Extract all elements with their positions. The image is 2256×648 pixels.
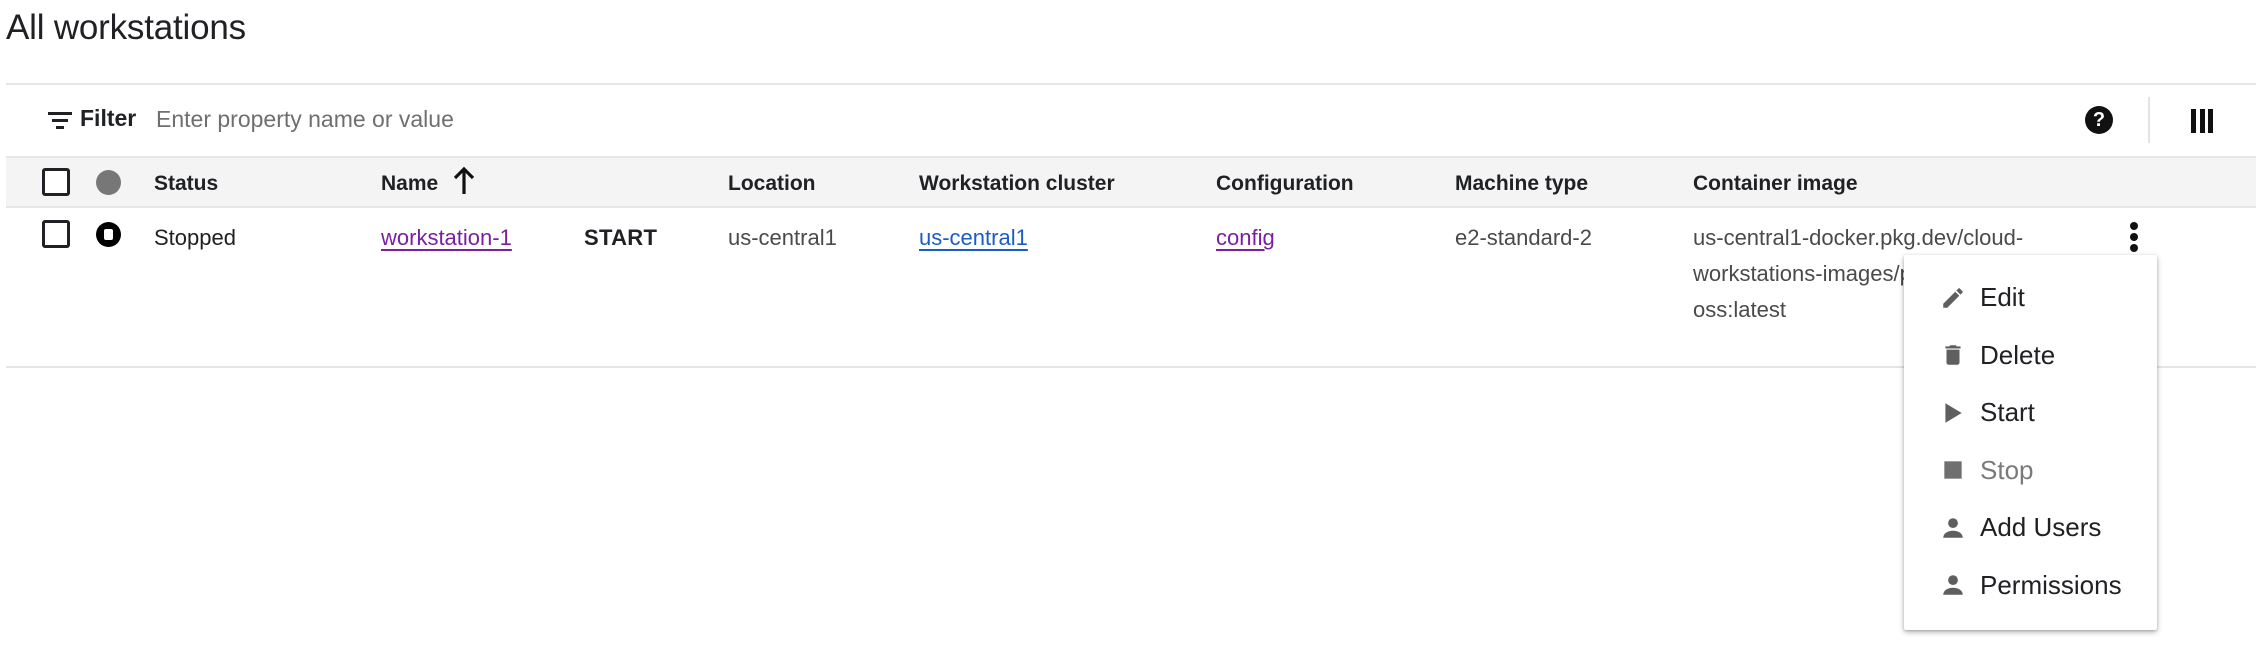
filter-icon[interactable] (46, 110, 74, 132)
menu-label: Start (1980, 397, 2035, 428)
column-header-cluster[interactable]: Workstation cluster (919, 172, 1115, 196)
person-icon (1940, 572, 1966, 598)
filter-label[interactable]: Filter (80, 105, 136, 132)
menu-label: Edit (1980, 282, 2025, 313)
column-header-machine-type[interactable]: Machine type (1455, 172, 1588, 196)
start-button[interactable]: START (584, 220, 657, 256)
status-text: Stopped (154, 225, 236, 250)
cluster-link[interactable]: us-central1 (919, 220, 1028, 256)
toolbar-divider (2148, 97, 2150, 143)
menu-label: Add Users (1980, 512, 2102, 543)
menu-label: Stop (1980, 454, 2034, 485)
filter-toolbar: Filter ? (6, 85, 2256, 156)
menu-label: Permissions (1980, 569, 2122, 600)
column-header-configuration[interactable]: Configuration (1216, 172, 1354, 196)
column-header-name[interactable]: Name (381, 172, 438, 196)
stop-icon (1940, 457, 1966, 483)
play-icon (1940, 400, 1966, 426)
location-text: us-central1 (728, 225, 837, 250)
column-header-status[interactable]: Status (154, 172, 218, 196)
menu-item-edit[interactable]: Edit (1904, 269, 2157, 327)
menu-label: Delete (1980, 339, 2056, 370)
menu-item-permissions[interactable]: Permissions (1904, 557, 2157, 615)
column-display-icon[interactable] (2191, 109, 2213, 133)
help-circle-icon[interactable]: ? (2085, 106, 2113, 134)
pencil-icon (1940, 285, 1966, 311)
menu-item-start[interactable]: Start (1904, 384, 2157, 442)
menu-item-stop: Stop (1904, 442, 2157, 500)
row-checkbox[interactable] (42, 220, 70, 248)
trash-icon (1940, 342, 1966, 368)
filter-input[interactable] (156, 99, 1856, 139)
column-header-location[interactable]: Location (728, 172, 816, 196)
row-actions-menu: Edit Delete Start Stop Add Users Permiss… (1904, 255, 2157, 630)
configuration-link[interactable]: config (1216, 220, 1275, 256)
workstation-name-link[interactable]: workstation-1 (381, 220, 521, 256)
sort-ascending-icon[interactable] (452, 166, 476, 196)
machine-type-text: e2-standard-2 (1455, 225, 1592, 250)
menu-item-delete[interactable]: Delete (1904, 327, 2157, 385)
table-header: Status Name Location Workstation cluster… (6, 156, 2256, 208)
status-column-icon (96, 170, 121, 195)
stopped-icon (96, 222, 121, 247)
person-icon (1940, 515, 1966, 541)
menu-item-add-users[interactable]: Add Users (1904, 499, 2157, 557)
more-actions-icon[interactable] (2128, 222, 2140, 252)
select-all-checkbox[interactable] (42, 168, 70, 196)
page-title: All workstations (6, 8, 246, 47)
column-header-container-image[interactable]: Container image (1693, 172, 1858, 196)
